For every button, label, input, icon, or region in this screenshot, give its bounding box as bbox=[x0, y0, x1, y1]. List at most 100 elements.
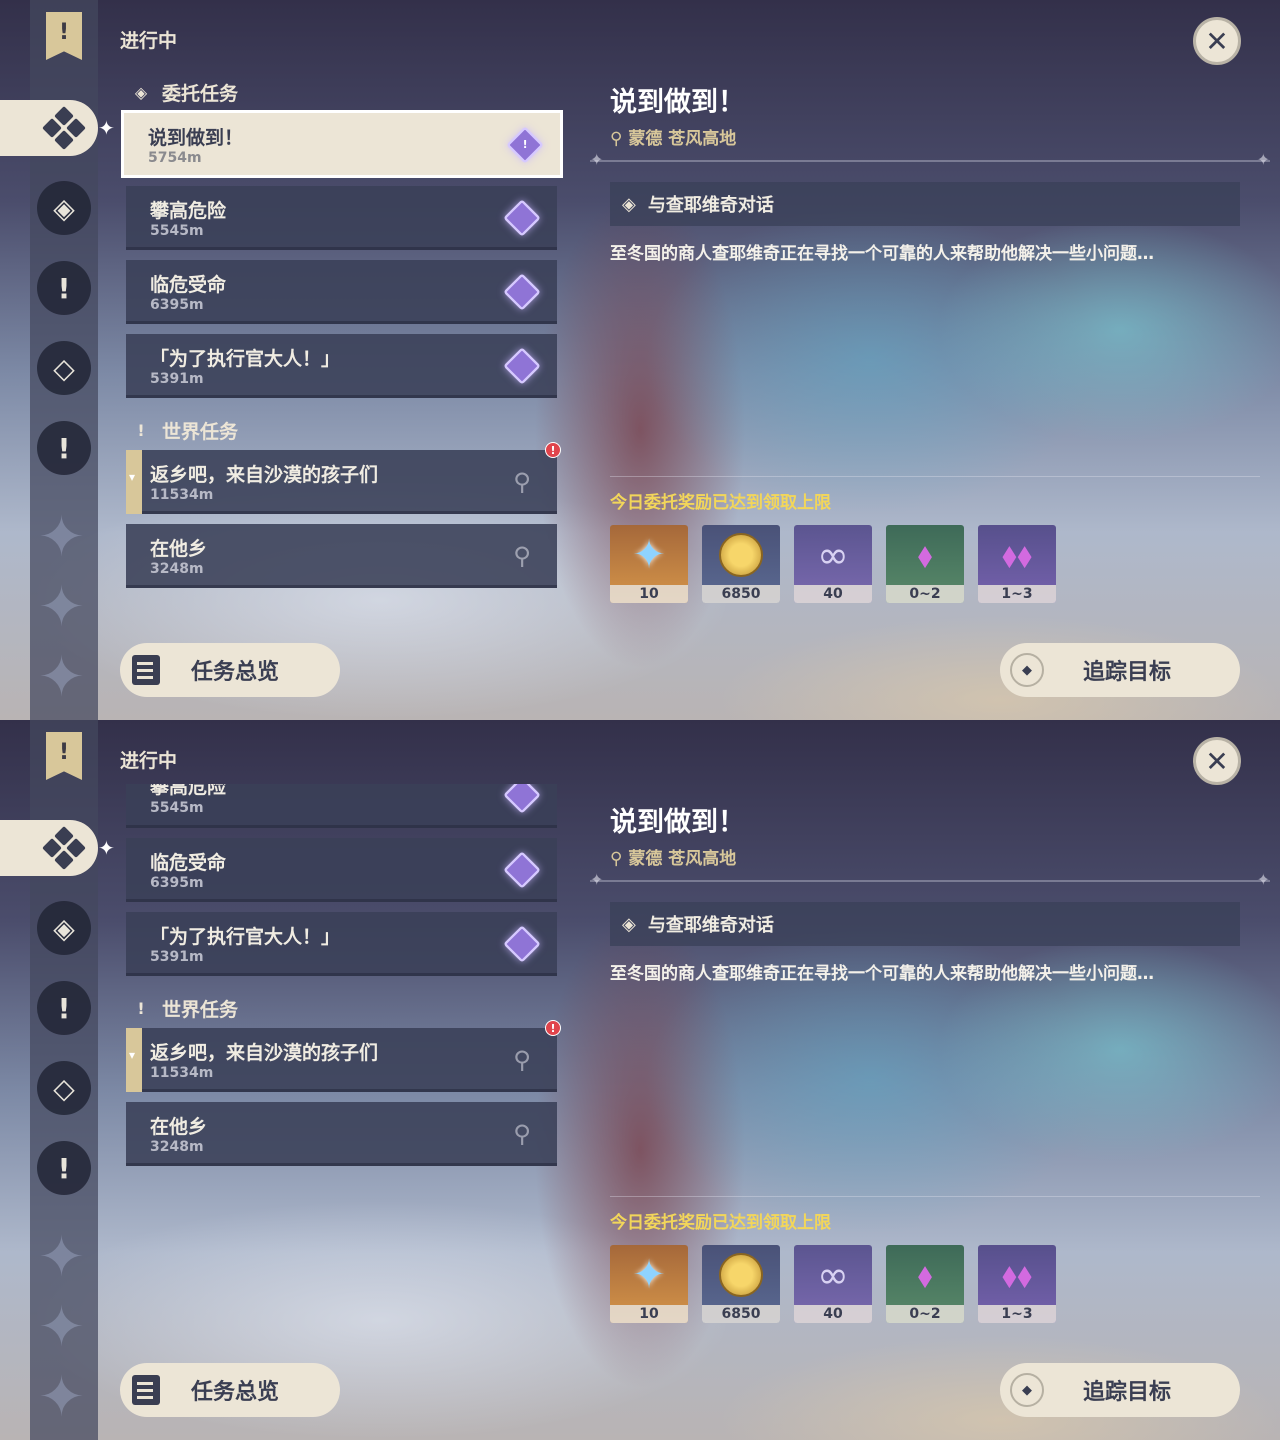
sidebar-item-world-quest[interactable]: ! bbox=[37, 1141, 91, 1195]
sidebar: ! ✦ ◈ ! ◇ ! ✦ ✦ ✦ bbox=[0, 0, 115, 720]
sidebar-item-archon-quest[interactable]: ◈ bbox=[37, 181, 91, 235]
commission-gem-icon bbox=[503, 273, 541, 311]
companionship-exp-icon: ∞ bbox=[817, 1253, 849, 1297]
mora-icon bbox=[719, 1253, 763, 1297]
reward-item[interactable]: ✦ 10 bbox=[610, 525, 688, 603]
quest-item-selected[interactable]: 说到做到！ 5754m ! bbox=[121, 110, 563, 178]
event-quest-icon: ◇ bbox=[53, 351, 75, 385]
button-label: 追踪目标 bbox=[1082, 660, 1171, 685]
quest-title: 「为了执行官大人！」 bbox=[150, 348, 341, 370]
quest-item[interactable]: 在他乡 3248m ⚲ bbox=[126, 1102, 557, 1166]
quest-item[interactable]: 「为了执行官大人！」 5391m bbox=[126, 334, 557, 398]
reward-item[interactable]: ⬧ 0~2 bbox=[886, 1245, 964, 1323]
reward-count: 6850 bbox=[702, 585, 780, 603]
quest-description: 至冬国的商人查耶维奇正在寻找一个可靠的人来帮助他解决一些小问题… bbox=[610, 244, 1154, 264]
reward-item[interactable]: ⬧⬧ 1~3 bbox=[978, 1245, 1056, 1323]
decorative-star-icon: ✦ bbox=[38, 1365, 85, 1430]
sidebar-item-event-quest[interactable]: ◇ bbox=[37, 1061, 91, 1115]
decorative-star-icon: ✦ bbox=[38, 575, 85, 640]
sidebar-item-story-quest[interactable]: ! bbox=[37, 261, 91, 315]
objective-text: 与查耶维奇对话 bbox=[647, 195, 774, 216]
quest-item[interactable]: 「为了执行官大人！」 5391m bbox=[126, 912, 557, 976]
track-target-button[interactable]: ◆ 追踪目标 bbox=[1000, 1363, 1240, 1417]
quest-item[interactable]: 返乡吧，来自沙漠的孩子们 11534m ⚲ ! bbox=[126, 442, 561, 514]
mora-icon bbox=[719, 533, 763, 577]
document-icon bbox=[132, 655, 160, 685]
location-pin-icon: ⚲ bbox=[610, 849, 629, 869]
archon-quest-icon: ◈ bbox=[53, 911, 75, 945]
quest-distance: 5391m bbox=[150, 371, 204, 387]
quest-distance: 11534m bbox=[150, 1065, 214, 1081]
location-pin-icon: ⚲ bbox=[513, 1120, 531, 1148]
close-button[interactable]: ✕ bbox=[1193, 17, 1241, 65]
close-button[interactable]: ✕ bbox=[1193, 737, 1241, 785]
reward-item[interactable]: ⬧⬧ 1~3 bbox=[978, 525, 1056, 603]
quest-distance: 11534m bbox=[150, 487, 214, 503]
sidebar-item-world-quest[interactable]: ! bbox=[37, 421, 91, 475]
track-target-button[interactable]: ◆ 追踪目标 bbox=[1000, 643, 1240, 697]
reward-limit-notice: 今日委托奖励已达到领取上限 bbox=[610, 1213, 831, 1233]
sidebar-item-archon-quest[interactable]: ◈ bbox=[37, 901, 91, 955]
quest-distance: 3248m bbox=[150, 1139, 204, 1155]
crystal-icon: ⬧ bbox=[917, 1255, 933, 1295]
reward-count: 0~2 bbox=[886, 1305, 964, 1323]
quest-item[interactable]: 临危受命 6395m bbox=[126, 260, 557, 324]
reward-item[interactable]: ⬧ 0~2 bbox=[886, 525, 964, 603]
objective-text: 与查耶维奇对话 bbox=[647, 915, 774, 936]
section-label: 世界任务 bbox=[162, 421, 239, 443]
world-section-icon: ! bbox=[137, 421, 145, 440]
quest-screen-bottom: ! ✦ ◈ ! ◇ ! ✦ ✦ ✦ 进行中 ✕ 攀高危险 5545m 临危受命 … bbox=[0, 720, 1280, 1440]
reward-item[interactable]: ✦ 10 bbox=[610, 1245, 688, 1323]
reward-item[interactable]: ∞ 40 bbox=[794, 1245, 872, 1323]
reward-count: 40 bbox=[794, 1305, 872, 1323]
crystal-cluster-icon: ⬧⬧ bbox=[1001, 535, 1033, 575]
section-world: ! 世界任务 bbox=[130, 995, 238, 1022]
quest-item[interactable]: 返乡吧，来自沙漠的孩子们 11534m ⚲ ! bbox=[126, 1020, 561, 1092]
reward-count: 40 bbox=[794, 585, 872, 603]
reward-item[interactable]: 6850 bbox=[702, 1245, 780, 1323]
sidebar-item-commission[interactable] bbox=[0, 100, 98, 156]
quest-title: 临危受命 bbox=[150, 852, 227, 874]
location-text: 蒙德 苍风高地 bbox=[628, 849, 737, 869]
quest-overview-button[interactable]: 任务总览 bbox=[120, 1363, 340, 1417]
commission-icon bbox=[42, 826, 86, 870]
reward-count: 1~3 bbox=[978, 585, 1056, 603]
quest-overview-button[interactable]: 任务总览 bbox=[120, 643, 340, 697]
reward-list: ✦ 10 6850 ∞ 40 ⬧ 0~2 ⬧⬧ 1~3 bbox=[610, 1245, 1056, 1323]
section-label: 世界任务 bbox=[162, 999, 239, 1021]
quest-item[interactable]: 在他乡 3248m ⚲ bbox=[126, 524, 557, 588]
section-world: ! 世界任务 bbox=[130, 417, 238, 444]
decorative-star-icon: ✦ bbox=[38, 505, 85, 570]
alert-badge-icon: ! bbox=[545, 1020, 561, 1036]
quest-distance: 5545m bbox=[150, 223, 204, 239]
quest-item[interactable]: 攀高危险 5545m bbox=[126, 186, 557, 250]
quest-distance: 3248m bbox=[150, 561, 204, 577]
quest-title: 返乡吧，来自沙漠的孩子们 bbox=[150, 464, 379, 486]
sparkle-icon: ✦ bbox=[98, 116, 115, 140]
commission-gem-icon bbox=[503, 347, 541, 385]
reward-item[interactable]: 6850 bbox=[702, 525, 780, 603]
divider bbox=[610, 476, 1260, 477]
quest-item[interactable]: 临危受命 6395m bbox=[126, 838, 557, 902]
location-pin-icon: ⚲ bbox=[513, 468, 531, 496]
sidebar-item-event-quest[interactable]: ◇ bbox=[37, 341, 91, 395]
reward-count: 10 bbox=[610, 1305, 688, 1323]
objective-bar: ◈ 与查耶维奇对话 bbox=[610, 182, 1240, 226]
quest-title: 在他乡 bbox=[150, 1116, 208, 1138]
objective-diamond-icon: ◈ bbox=[622, 193, 636, 215]
quest-title: 「为了执行官大人！」 bbox=[150, 926, 341, 948]
sidebar-item-story-quest[interactable]: ! bbox=[37, 981, 91, 1035]
tracked-flag-icon bbox=[126, 1028, 142, 1092]
reward-item[interactable]: ∞ 40 bbox=[794, 525, 872, 603]
tracked-flag-icon bbox=[126, 450, 142, 514]
location-pin-icon: ⚲ bbox=[513, 1046, 531, 1074]
objective-bar: ◈ 与查耶维奇对话 bbox=[610, 902, 1240, 946]
quest-detail-title: 说到做到！ bbox=[610, 807, 745, 838]
event-quest-icon: ◇ bbox=[53, 1071, 75, 1105]
page-title: 进行中 bbox=[120, 750, 178, 772]
archon-quest-icon: ◈ bbox=[53, 191, 75, 225]
sidebar-item-commission[interactable] bbox=[0, 820, 98, 876]
crystal-cluster-icon: ⬧⬧ bbox=[1001, 1255, 1033, 1295]
button-label: 任务总览 bbox=[190, 1380, 279, 1405]
location-pin-icon: ⚲ bbox=[513, 542, 531, 570]
